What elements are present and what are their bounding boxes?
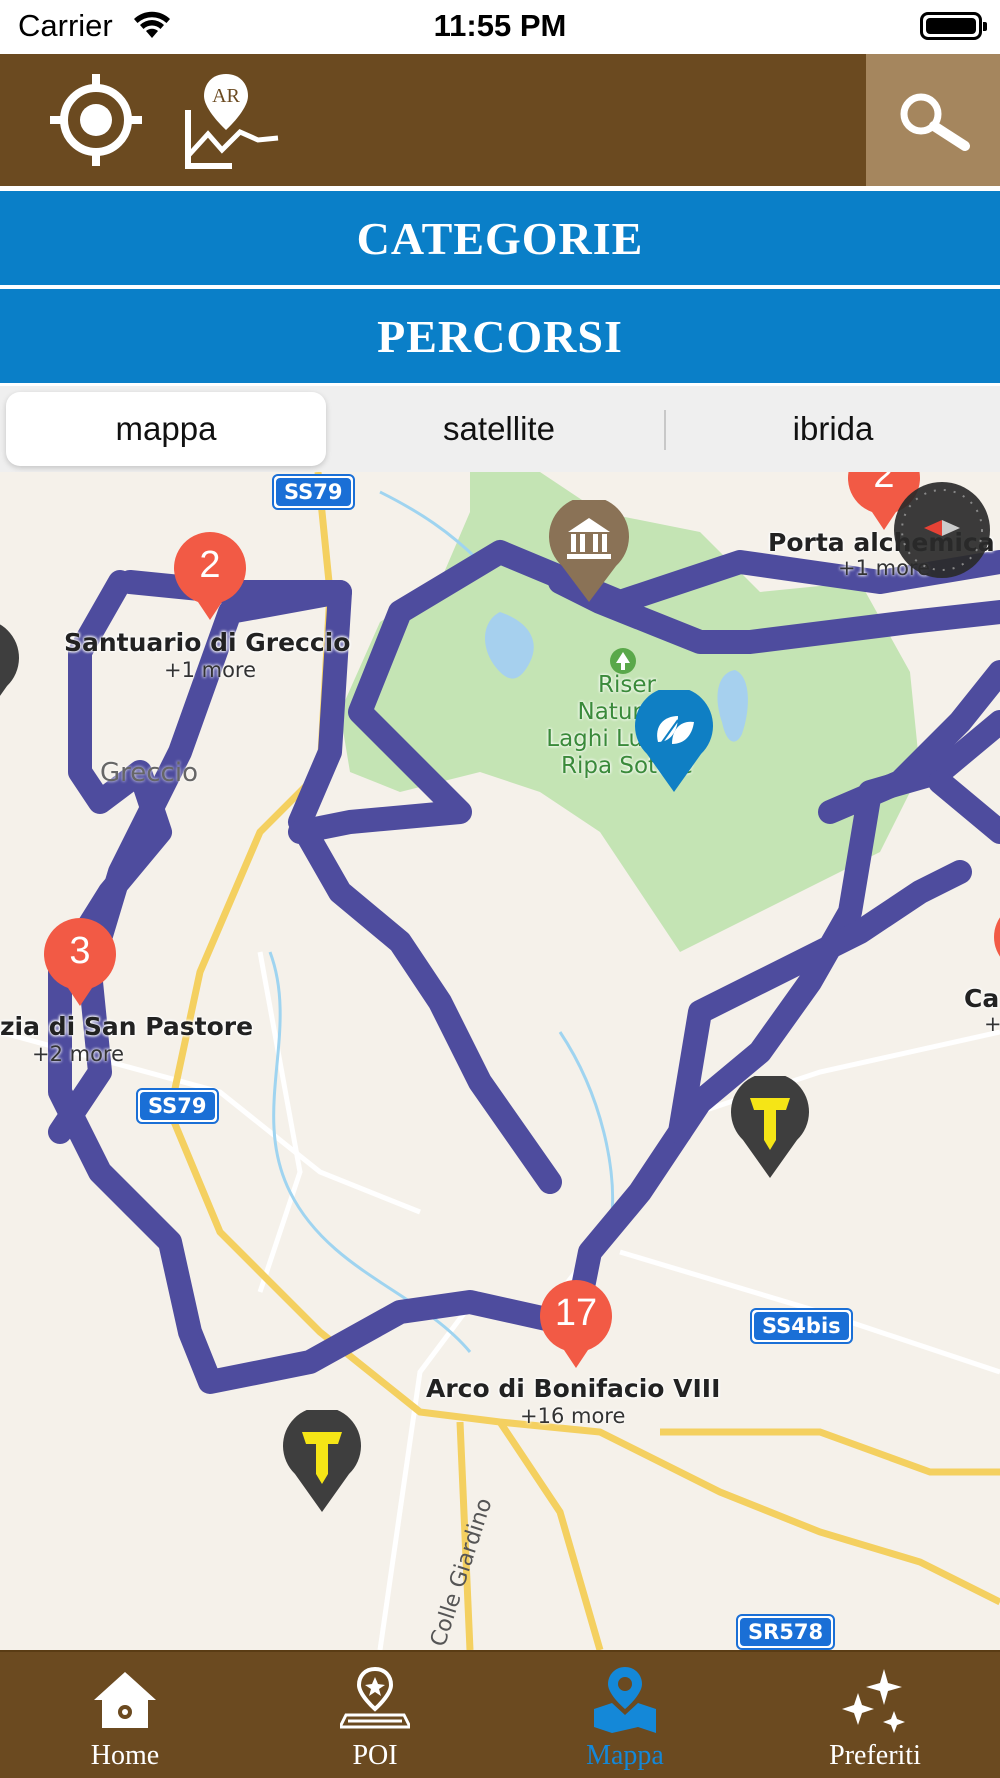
cluster-marker-san-pastore[interactable]: 3 [42,918,118,1008]
tau-cross-icon [283,1410,361,1512]
cluster-more: +16 more [520,1404,626,1428]
map-type-selector: mappa satellite ibrida [0,386,1000,472]
compass-button[interactable] [892,480,992,580]
map-icon [585,1664,665,1736]
categorie-button[interactable]: CATEGORIE [0,191,1000,285]
tau-pin-partial[interactable] [0,622,20,726]
tau-pin[interactable] [282,1410,362,1514]
cluster-more: +2 more [32,1042,125,1066]
museum-pin[interactable] [548,500,630,604]
segment-ibrida[interactable]: ibrida [668,392,998,466]
svg-text:AR: AR [212,85,240,107]
park-tree-icon [610,648,636,674]
tau-cross-icon [0,624,19,696]
cluster-marker-santuario[interactable]: 2 [172,532,248,622]
poi-icon [335,1664,415,1736]
segment-satellite[interactable]: satellite [334,392,664,466]
bottom-tab-bar: Home POI Mappa Preferiti [0,1650,1000,1778]
tab-preferiti[interactable]: Preferiti [750,1652,1000,1778]
road-shield-ss79-north: SS79 [272,474,355,510]
crosshair-icon [50,74,142,166]
sparkles-icon [835,1664,915,1736]
map-view[interactable]: SS79 SS79 SS4bis SR578 Colle Giardino Ri… [0,472,1000,1650]
search-button[interactable] [866,54,1000,186]
tab-label: Mappa [586,1740,664,1771]
road-shield-sr578: SR578 [736,1614,836,1650]
town-label-greccio: Greccio [100,758,198,788]
cluster-title: Arco di Bonifacio VIII [426,1374,721,1403]
tab-label: POI [352,1740,398,1771]
percorsi-button[interactable]: PERCORSI [0,289,1000,383]
top-toolbar: AR [0,54,1000,186]
segment-mappa[interactable]: mappa [6,392,326,466]
ar-view-button[interactable]: AR [180,68,284,172]
status-time: 11:55 PM [433,8,567,43]
road-shield-ss4bis: SS4bis [750,1308,853,1344]
segment-divider [664,410,666,450]
cluster-count: 17 [554,1292,598,1334]
road-shield-ss79-south: SS79 [136,1088,219,1124]
museum-icon [549,500,629,602]
battery-icon [920,12,987,40]
tau-pin[interactable] [730,1076,810,1180]
cluster-marker-arco[interactable]: 17 [538,1280,614,1370]
home-icon [85,1664,165,1736]
edge-cluster-more: + [984,1012,1000,1036]
tab-home[interactable]: Home [0,1652,250,1778]
tab-mappa[interactable]: Mappa [500,1652,750,1778]
tab-label: Home [90,1740,160,1771]
search-icon [900,93,970,151]
cluster-title: Santuario di Greccio [64,628,351,657]
tab-label: Preferiti [829,1740,921,1771]
ar-map-icon: AR [185,74,279,169]
locate-me-button[interactable] [44,68,148,172]
tab-poi[interactable]: POI [250,1652,500,1778]
cluster-count: 3 [69,930,91,972]
cluster-more: +1 more [164,658,257,682]
cluster-count: 2 [199,544,221,586]
compass-icon [894,482,990,578]
leaf-icon [635,690,713,792]
status-bar: Carrier 11:55 PM [0,0,1000,54]
cluster-title: zia di San Pastore [0,1012,254,1041]
edge-cluster-title: Ca [964,984,1000,1013]
tau-cross-icon [731,1076,809,1178]
nature-reserve-pin[interactable] [634,690,714,794]
